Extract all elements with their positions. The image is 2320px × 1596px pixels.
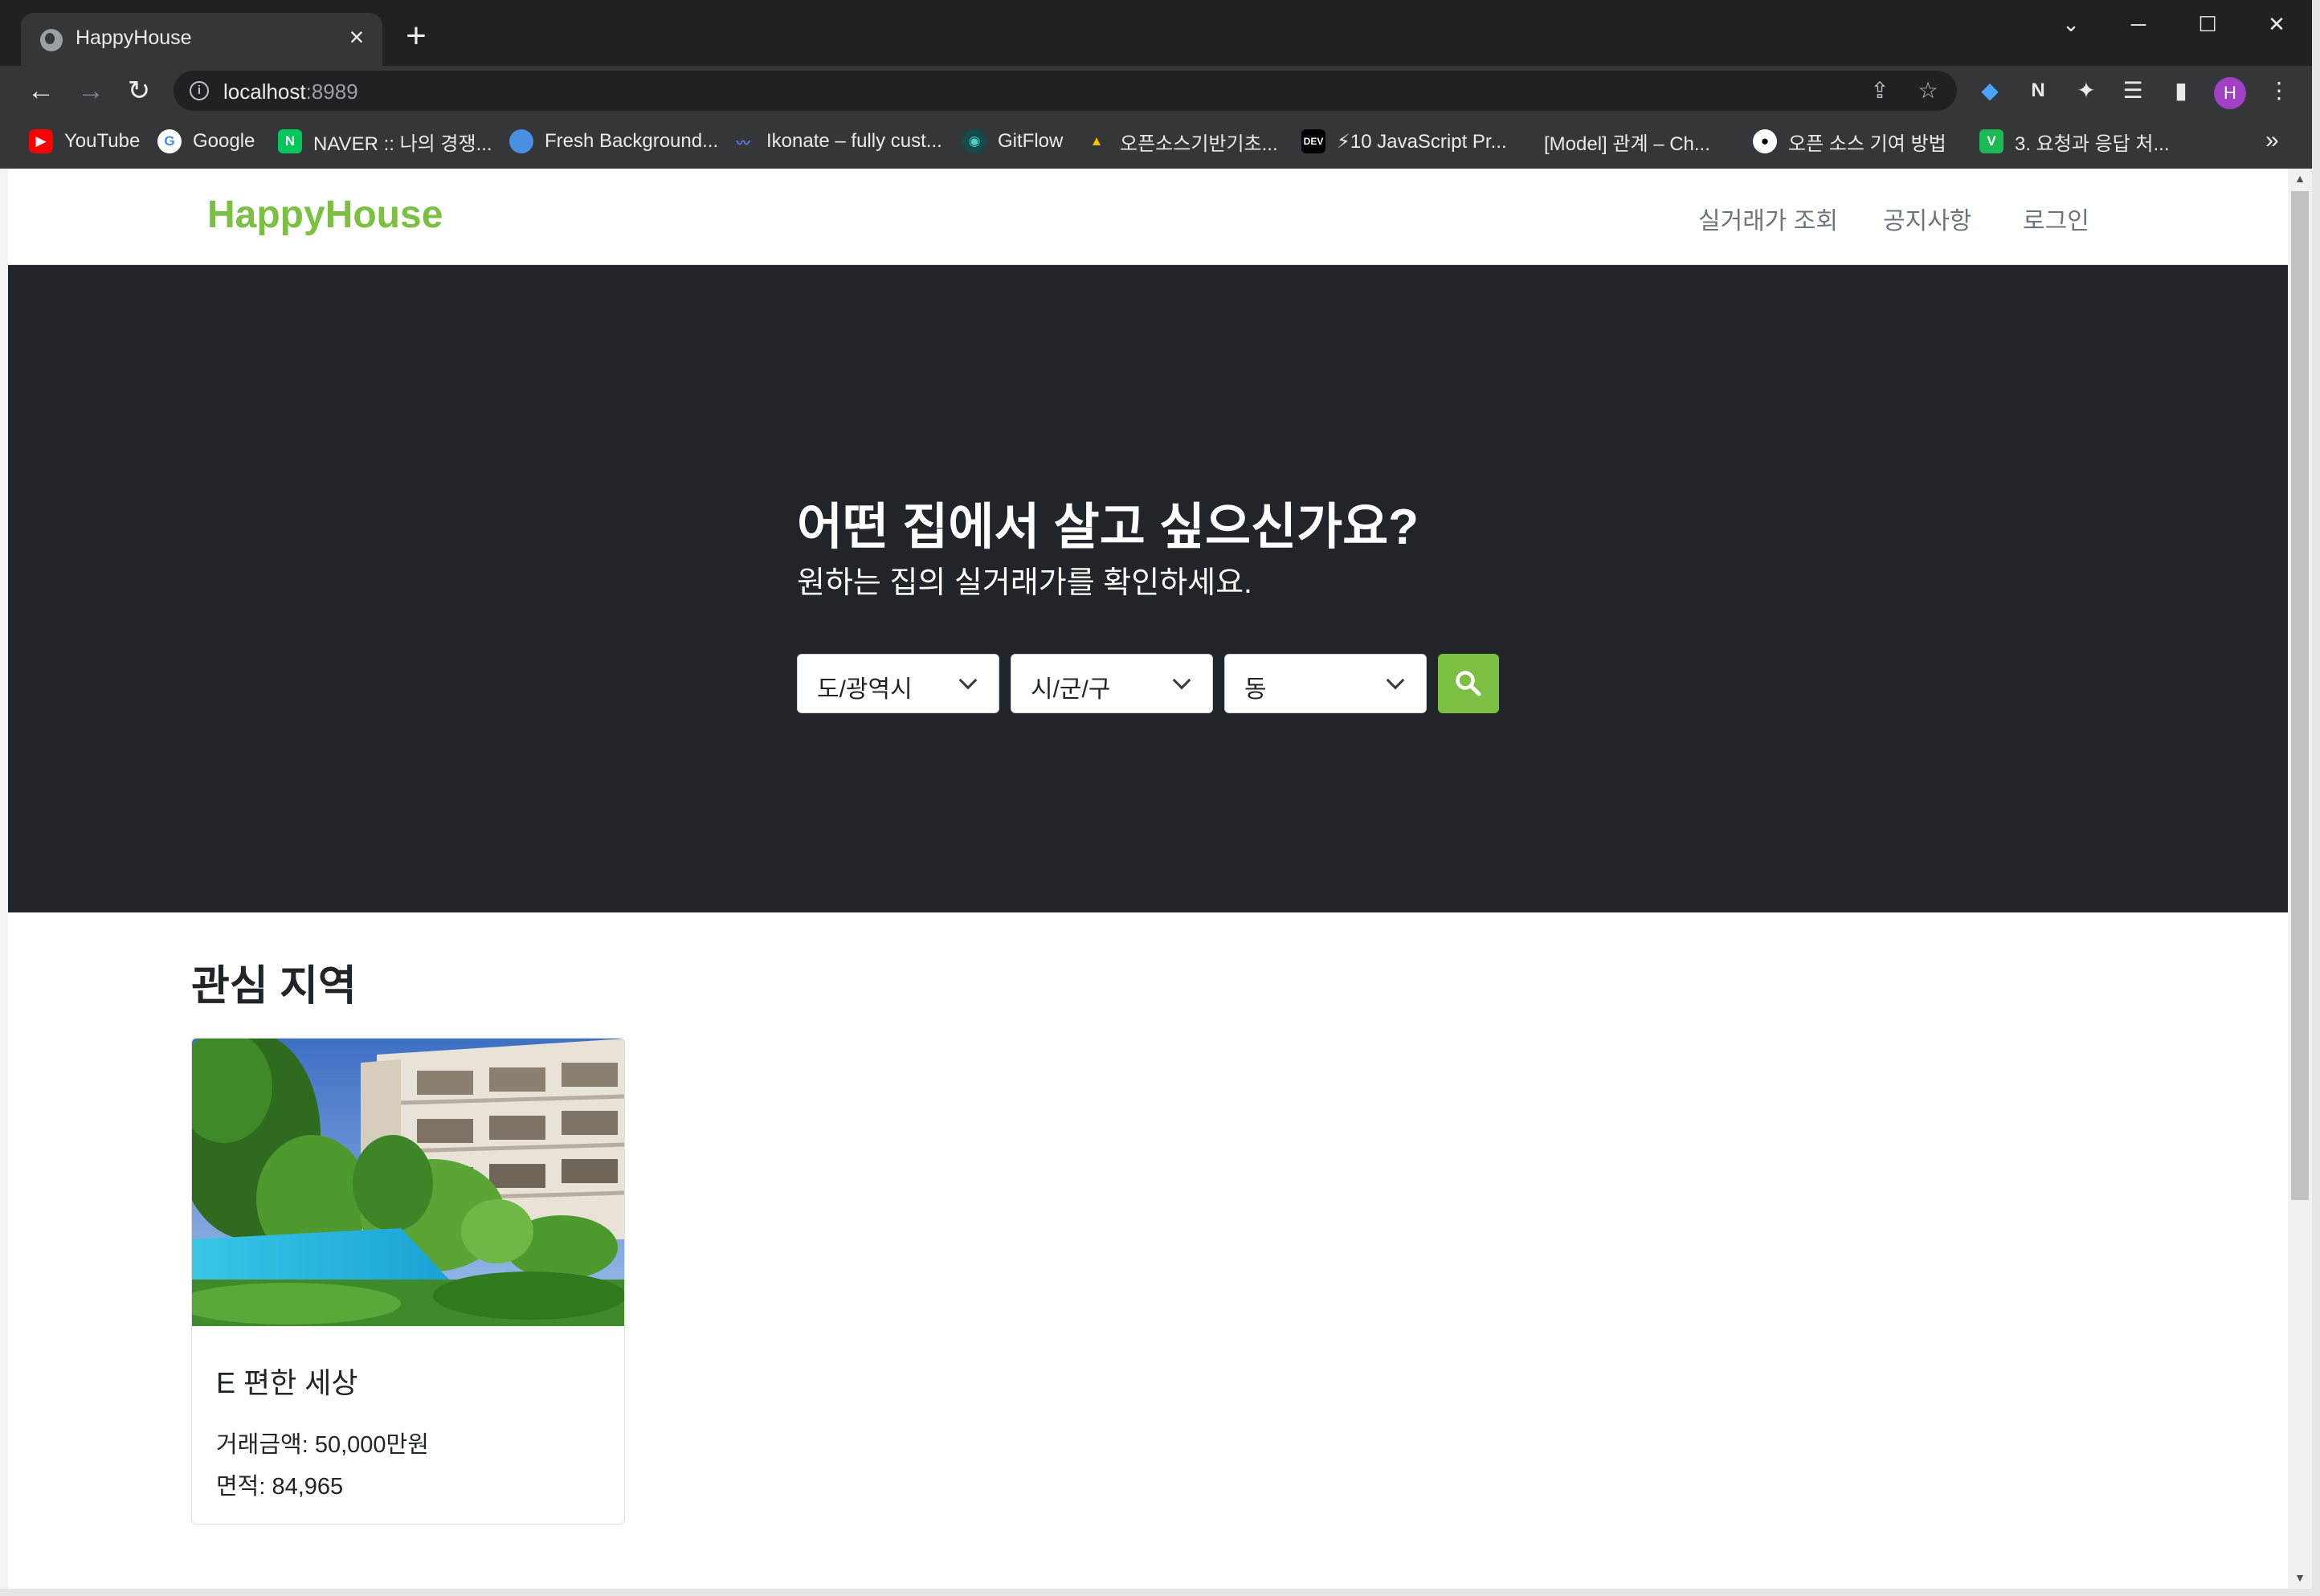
address-bar[interactable]: i localhost:8989 ⇪ ☆ bbox=[174, 71, 1957, 111]
city-select-value: 시/군/구 bbox=[1031, 676, 1111, 703]
page-viewport: HappyHouse 실거래가 조회 공지사항 로그인 어떤 집에서 살고 싶으… bbox=[8, 169, 2288, 1589]
site-info-icon[interactable]: i bbox=[190, 81, 209, 100]
scroll-up-icon[interactable]: ▲ bbox=[2293, 172, 2307, 186]
gitflow-icon: ◉ bbox=[962, 129, 986, 153]
bookmark-fresh-background[interactable]: Fresh Background... bbox=[509, 127, 718, 156]
bookmark-request-response[interactable]: V 3. 요청과 응답 처... bbox=[1979, 127, 2170, 156]
bookmark-gitflow[interactable]: ◉ GitFlow bbox=[962, 127, 1063, 156]
left-window-edge bbox=[0, 169, 8, 1589]
bookmarks-overflow-icon[interactable]: » bbox=[2265, 127, 2279, 154]
reading-list-icon[interactable]: ☰ bbox=[2119, 77, 2146, 104]
dong-select-value: 동 bbox=[1244, 676, 1267, 703]
province-select-value: 도/광역시 bbox=[817, 676, 913, 703]
blank-page-icon bbox=[1531, 129, 1538, 153]
search-button[interactable] bbox=[1438, 654, 1499, 713]
bookmark-ikonate[interactable]: 〰 Ikonate – fully cust... bbox=[731, 127, 942, 156]
naver-icon: N bbox=[278, 129, 302, 153]
extensions-puzzle-icon[interactable]: ✦ bbox=[2073, 77, 2100, 104]
browser-chrome: HappyHouse × + ⌄ ─ ☐ ✕ ← → ↻ i localhost… bbox=[0, 0, 2320, 169]
github-icon: ● bbox=[1753, 129, 1777, 153]
favorites-title: 관심 지역 bbox=[191, 963, 357, 1010]
nav-link-login[interactable]: 로그인 bbox=[2023, 201, 2089, 236]
youtube-icon: ▶ bbox=[29, 129, 53, 153]
brand-logo[interactable]: HappyHouse bbox=[207, 193, 443, 237]
minimize-button[interactable]: ─ bbox=[2114, 8, 2163, 40]
side-panel-icon[interactable]: ▮ bbox=[2167, 77, 2195, 104]
hero-title: 어떤 집에서 살고 싶으신가요? bbox=[797, 500, 1419, 555]
menu-kebab-icon[interactable]: ⋮ bbox=[2265, 77, 2293, 104]
nav-link-price-search[interactable]: 실거래가 조회 bbox=[1698, 201, 1838, 236]
tab-title: HappyHouse bbox=[76, 27, 192, 49]
tab-strip: HappyHouse × + ⌄ ─ ☐ ✕ bbox=[0, 0, 2320, 66]
apartment-photo bbox=[192, 1039, 624, 1326]
google-icon: G bbox=[157, 129, 182, 153]
close-window-button[interactable]: ✕ bbox=[2253, 8, 2301, 40]
reload-icon[interactable]: ↻ bbox=[120, 72, 157, 109]
city-select[interactable]: 시/군/구 bbox=[1011, 654, 1213, 713]
ikonate-icon: 〰 bbox=[736, 135, 750, 151]
nav-link-notice[interactable]: 공지사항 bbox=[1883, 201, 1971, 236]
bookmarks-bar: ▶ YouTube G Google N NAVER :: 나의 경쟁... F… bbox=[0, 116, 2320, 169]
dev-icon: DEV bbox=[1301, 129, 1325, 153]
profile-avatar[interactable]: H bbox=[2214, 77, 2246, 109]
bookmark-youtube[interactable]: ▶ YouTube bbox=[29, 127, 140, 156]
bookmark-dev-javascript[interactable]: DEV ⚡10 JavaScript Pr... bbox=[1301, 127, 1507, 156]
hero-section: 어떤 집에서 살고 싶으신가요? 원하는 집의 실거래가를 확인하세요. 도/광… bbox=[8, 265, 2288, 912]
close-tab-icon[interactable]: × bbox=[342, 22, 371, 51]
share-icon[interactable]: ⇪ bbox=[1867, 78, 1893, 104]
site-navbar: HappyHouse 실거래가 조회 공지사항 로그인 bbox=[8, 169, 2288, 265]
chevron-down-icon bbox=[958, 671, 978, 690]
browser-tab[interactable]: HappyHouse × bbox=[21, 13, 382, 66]
chevron-down-icon bbox=[1386, 671, 1405, 690]
vue-v-icon: V bbox=[1979, 129, 2003, 153]
google-drive-icon: ▲ bbox=[1089, 133, 1104, 149]
scroll-thumb[interactable] bbox=[2291, 191, 2309, 1200]
bookmark-google[interactable]: G Google bbox=[157, 127, 255, 156]
card-price: 거래금액: 50,000만원 bbox=[216, 1432, 429, 1458]
right-window-edge bbox=[2312, 0, 2320, 1596]
search-icon bbox=[1456, 671, 1481, 696]
tab-search-chevron-icon[interactable]: ⌄ bbox=[2047, 8, 2095, 40]
hero-subtitle: 원하는 집의 실거래가를 확인하세요. bbox=[797, 566, 1252, 600]
maximize-button[interactable]: ☐ bbox=[2183, 8, 2232, 40]
bookmark-model-relation[interactable]: [Model] 관계 – Ch... bbox=[1531, 127, 1710, 156]
dong-select[interactable]: 동 bbox=[1224, 654, 1427, 713]
bookmark-naver[interactable]: N NAVER :: 나의 경쟁... bbox=[278, 127, 492, 156]
scroll-down-icon[interactable]: ▼ bbox=[2293, 1571, 2307, 1586]
forward-icon[interactable]: → bbox=[72, 72, 109, 109]
chevron-down-icon bbox=[1172, 671, 1191, 690]
fresh-background-icon bbox=[509, 129, 533, 153]
globe-icon bbox=[40, 29, 63, 51]
favorite-card[interactable]: E 편한 세상 거래금액: 50,000만원 면적: 84,965 bbox=[191, 1038, 625, 1525]
url-text: localhost:8989 bbox=[223, 80, 358, 104]
bookmark-opensource-course[interactable]: ▲ 오픈소스기반기초... bbox=[1084, 127, 1278, 156]
bottom-window-edge bbox=[0, 1589, 2320, 1596]
card-area: 면적: 84,965 bbox=[216, 1474, 344, 1500]
new-tab-button[interactable]: + bbox=[398, 18, 434, 55]
browser-toolbar: ← → ↻ i localhost:8989 ⇪ ☆ ◆ N ✦ ☰ ▮ H ⋮ bbox=[0, 66, 2320, 116]
notion-extension-icon[interactable]: N bbox=[2024, 77, 2052, 104]
bookmark-star-icon[interactable]: ☆ bbox=[1915, 78, 1941, 104]
page-scrollbar[interactable]: ▲ ▼ bbox=[2288, 169, 2312, 1589]
bookmark-opensource-contribute[interactable]: ● 오픈 소스 기여 방법 bbox=[1753, 127, 1946, 156]
province-select[interactable]: 도/광역시 bbox=[797, 654, 999, 713]
back-icon[interactable]: ← bbox=[22, 72, 59, 109]
diamond-extension-icon[interactable]: ◆ bbox=[1976, 77, 2003, 104]
card-title: E 편한 세상 bbox=[216, 1366, 358, 1399]
